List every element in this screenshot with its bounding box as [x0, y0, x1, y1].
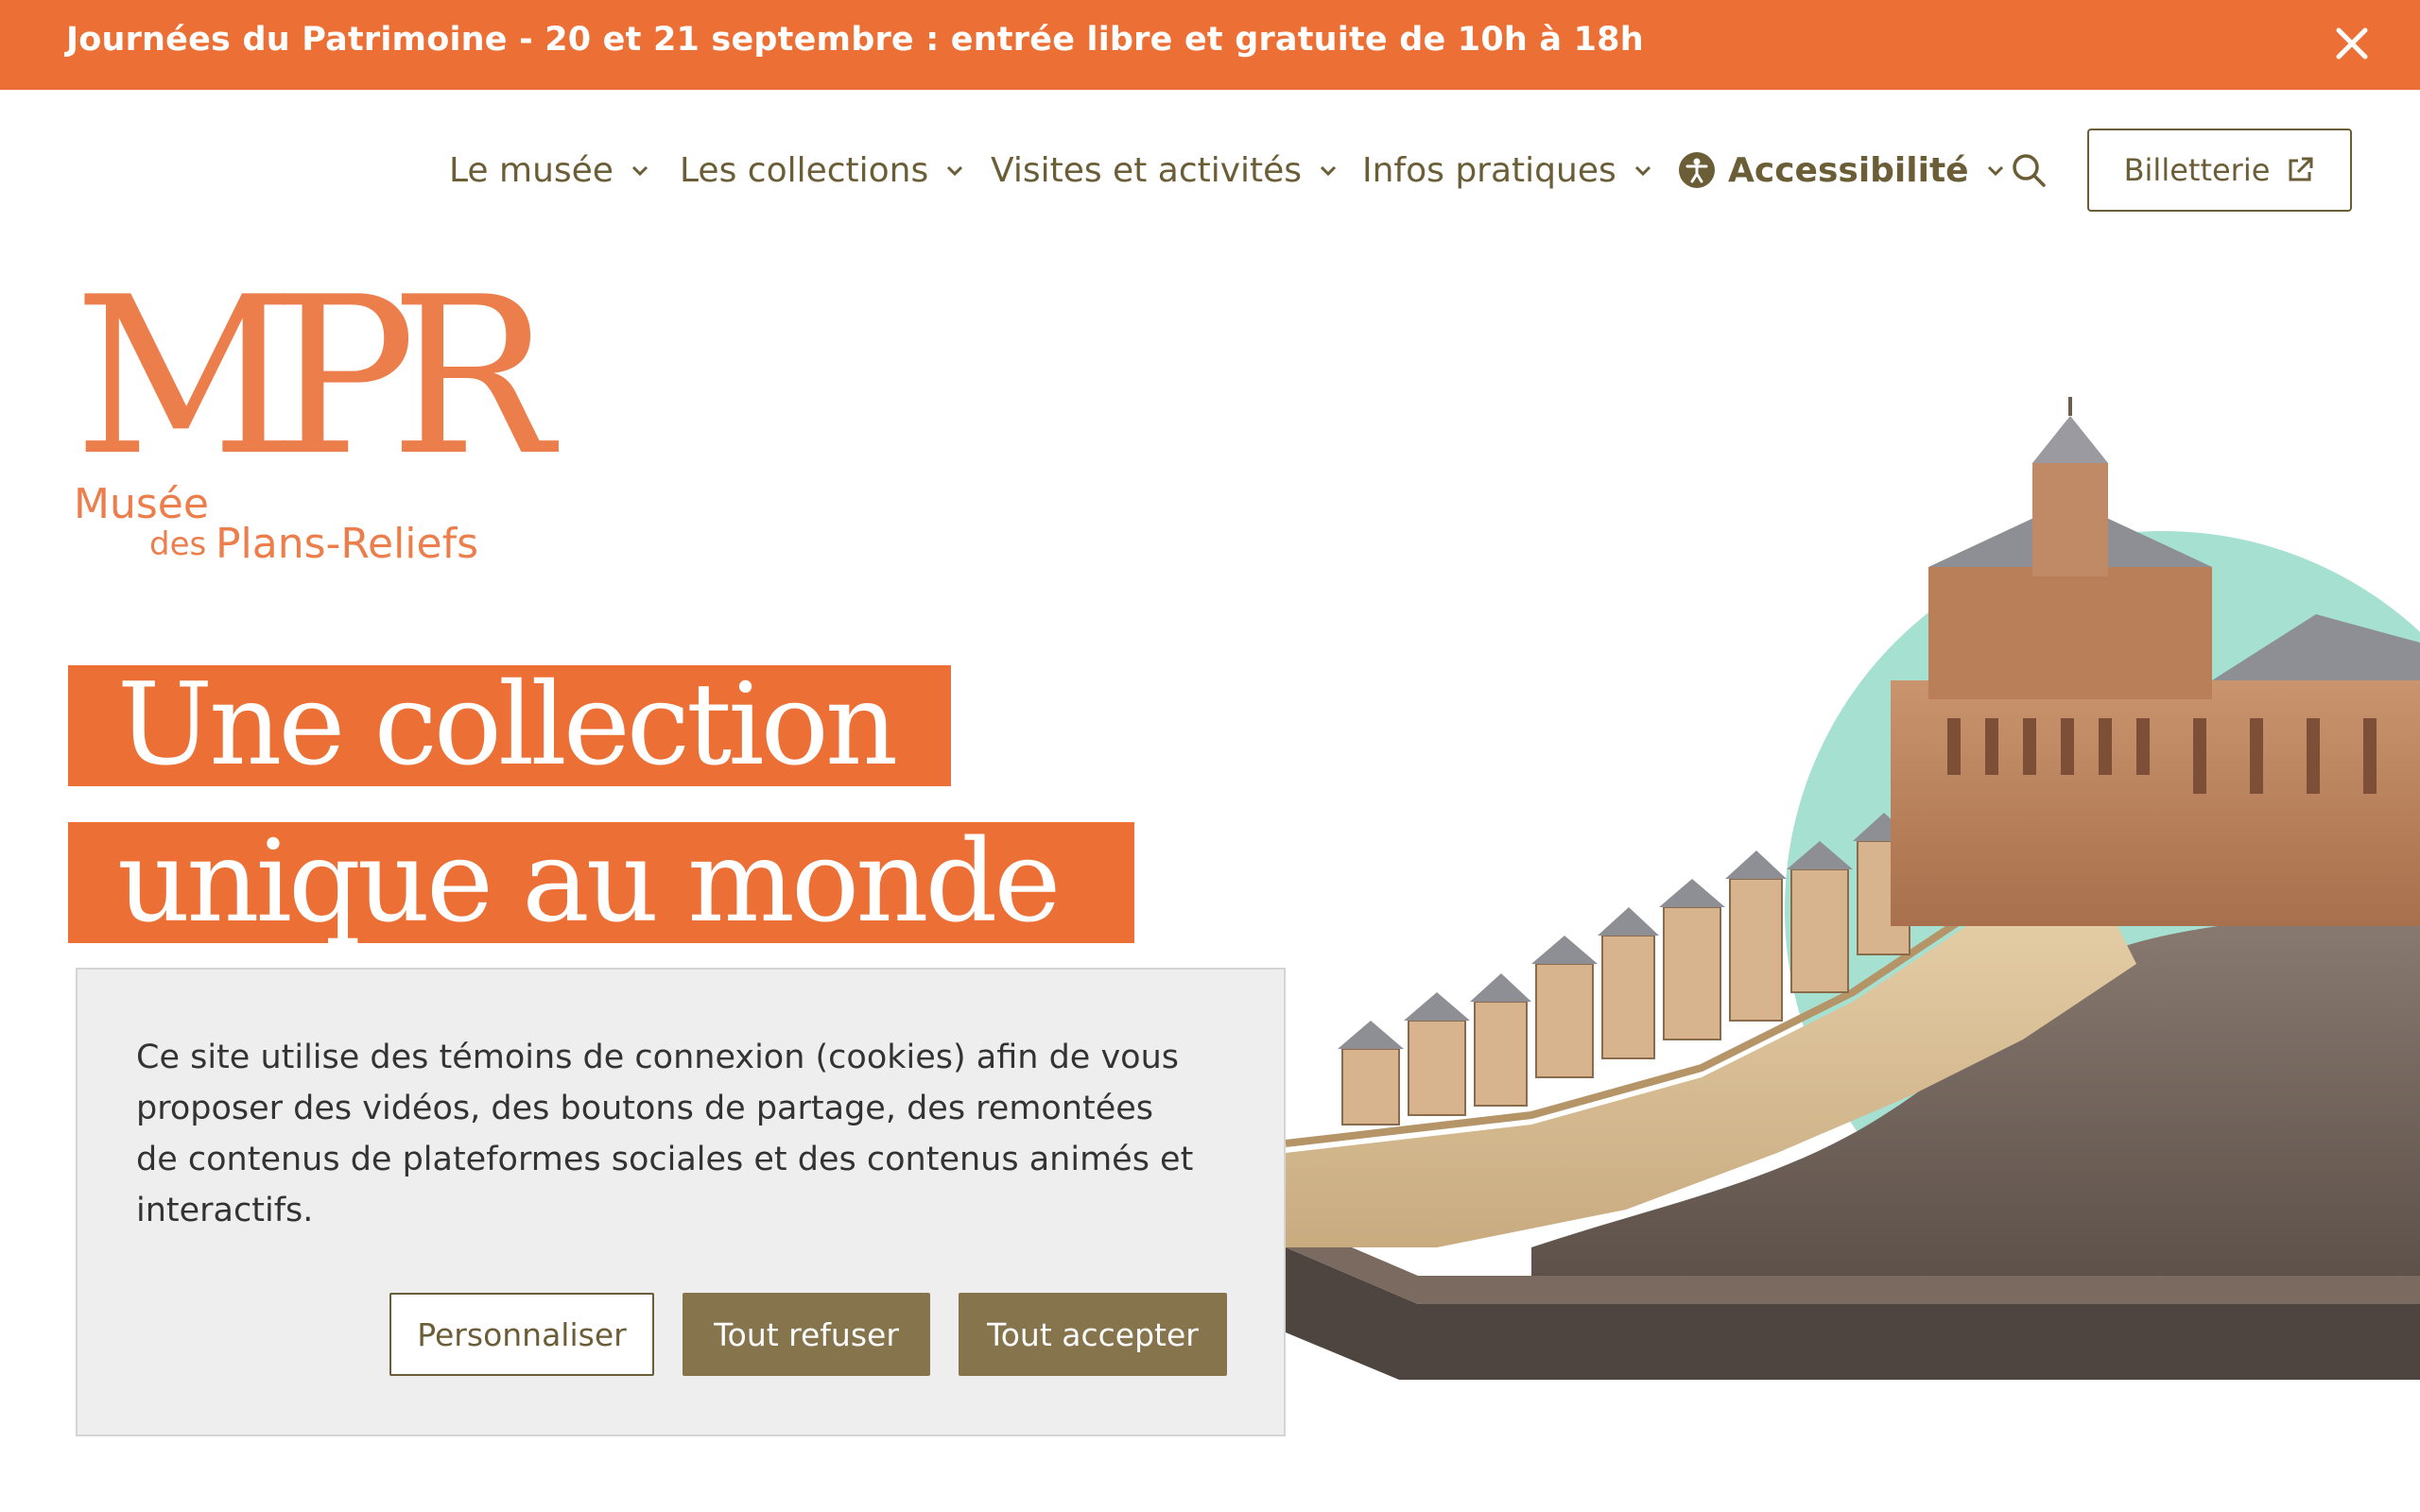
logo-line-musee: Musée — [74, 480, 209, 528]
nav-item-infos-pratiques[interactable]: Infos pratiques — [1362, 142, 1652, 198]
announcement-banner: Journées du Patrimoine - 20 et 21 septem… — [0, 0, 2420, 90]
logo-line-plans-reliefs: Plans-Reliefs — [216, 520, 479, 568]
nav-item-label: Visites et activités — [991, 150, 1303, 190]
customize-cookies-button[interactable]: Personnaliser — [389, 1293, 654, 1376]
accessibility-icon — [1679, 152, 1715, 188]
accept-all-cookies-button[interactable]: Tout accepter — [959, 1293, 1227, 1376]
chevron-down-icon — [1634, 165, 1651, 177]
refuse-all-cookies-button[interactable]: Tout refuser — [683, 1293, 930, 1376]
chevron-down-icon — [631, 165, 648, 177]
nav-item-les-collections[interactable]: Les collections — [680, 142, 964, 198]
announcement-text: Journées du Patrimoine - 20 et 21 septem… — [66, 21, 1644, 59]
external-link-icon — [2289, 157, 2313, 181]
logo-line-des: des — [149, 525, 207, 563]
logo-monogram: MPR — [74, 251, 553, 504]
main-navigation: Le musée Les collections Visites et acti… — [0, 142, 2420, 198]
cookie-consent-banner: Ce site utilise des témoins de connexion… — [76, 968, 1286, 1436]
billetterie-button[interactable]: Billetterie — [2087, 129, 2352, 212]
search-icon[interactable] — [2010, 151, 2048, 189]
nav-item-label: Le musée — [449, 150, 614, 190]
chevron-down-icon — [1987, 165, 2003, 177]
hero-headline-line-1: Une collection — [68, 665, 951, 786]
nav-item-label: Accessibilité — [1728, 150, 1969, 190]
chevron-down-icon — [1321, 165, 1337, 177]
nav-item-label: Infos pratiques — [1362, 150, 1616, 190]
nav-item-accessibilite[interactable]: Accessibilité — [1679, 142, 2005, 198]
hero-headline-line-2: unique au monde — [68, 822, 1134, 943]
cookie-message: Ce site utilise des témoins de connexion… — [136, 1039, 1194, 1229]
nav-item-visites-activites[interactable]: Visites et activités — [991, 142, 1338, 198]
close-icon[interactable] — [2333, 25, 2371, 62]
nav-item-label: Les collections — [680, 150, 929, 190]
nav-item-le-musee[interactable]: Le musée — [449, 142, 649, 198]
hero-image-mont-saint-michel — [1248, 387, 2420, 1512]
chevron-down-icon — [947, 165, 963, 177]
page: Journées du Patrimoine - 20 et 21 septem… — [0, 0, 2420, 1512]
billetterie-label: Billetterie — [2123, 152, 2271, 188]
museum-logo[interactable]: MPR Musée des Plans-Reliefs — [68, 269, 553, 586]
